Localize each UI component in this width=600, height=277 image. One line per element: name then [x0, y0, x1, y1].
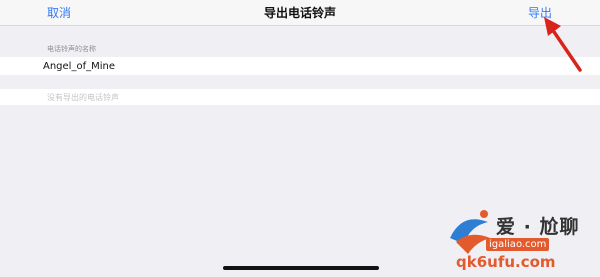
- ringtone-name-field[interactable]: [43, 59, 563, 73]
- watermark-title: 爱 · 尬聊: [496, 216, 580, 238]
- annotation-arrow-icon: [544, 17, 582, 72]
- watermark: 爱 · 尬聊 igaliao.com qk6ufu.com: [444, 208, 594, 274]
- ringtone-name-label: 电话铃声的名称: [47, 45, 96, 53]
- watermark-domain-secondary: qk6ufu.com: [456, 253, 556, 271]
- watermark-domain: igaliao.com: [486, 238, 550, 251]
- navigation-bar: 取消 导出电话铃声 导出: [0, 0, 600, 26]
- home-indicator[interactable]: [223, 266, 379, 270]
- empty-message: 没有导出的电话铃声: [47, 93, 119, 102]
- empty-ringtone-list: 没有导出的电话铃声: [0, 89, 600, 105]
- page-title: 导出电话铃声: [263, 6, 336, 20]
- ringtone-name-row: [0, 57, 600, 75]
